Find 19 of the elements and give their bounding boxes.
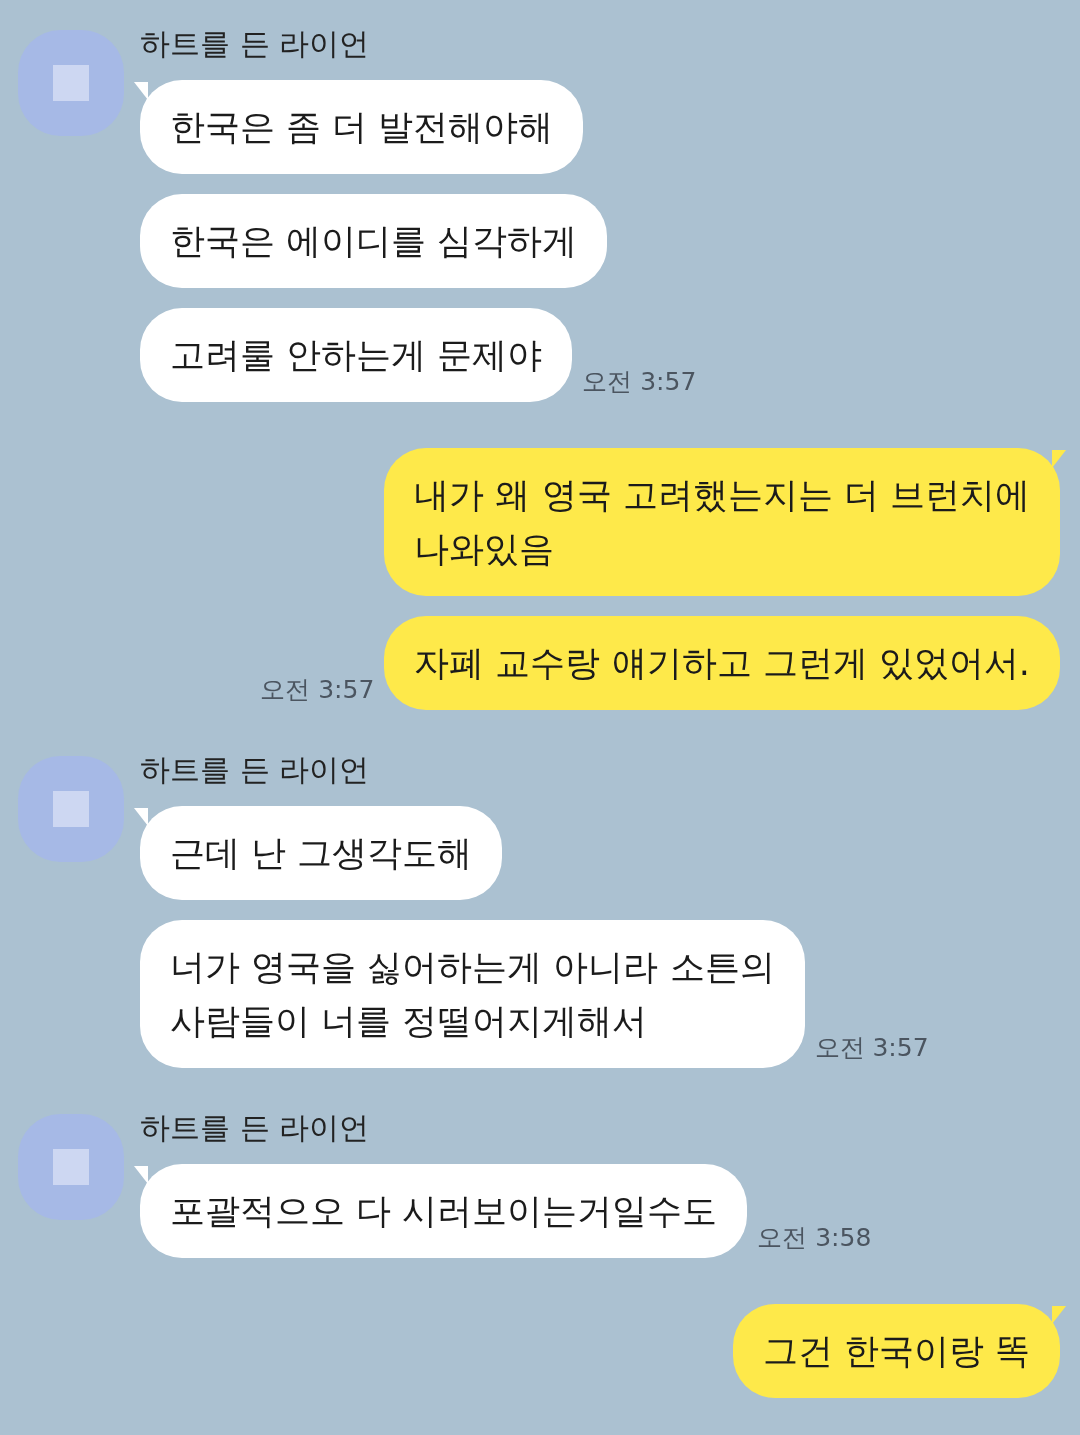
message-time: 오전 3:58 [757,1222,872,1254]
message-bubble: 포괄적으오 다 시러보이는거일수도 [140,1164,748,1258]
sender-name: 하트를 든 라이언 [140,1109,371,1147]
message-bubble: 너가 영국을 싫어하는게 아니라 소튼의 사람들이 너를 정떨어지게해서 [140,920,805,1068]
sender-name: 하트를 든 라이언 [140,25,371,63]
message-bubble: 내가 왜 영국 고려했는지는 더 브런치에 나와있음 [384,448,1060,596]
avatar-icon[interactable] [18,30,124,136]
sender-name: 하트를 든 라이언 [140,751,371,789]
message-bubble: 한국은 에이디를 심각하게 [140,194,608,288]
message-time: 오전 3:57 [582,366,697,398]
message-time: 오전 3:57 [814,1032,929,1064]
avatar-icon[interactable] [18,1114,124,1220]
message-bubble: 자폐 교수랑 얘기하고 그런게 있었어서. [384,616,1060,710]
message-bubble: 고려룰 안하는게 문제야 [140,308,573,402]
message-time: 오전 3:57 [260,674,375,706]
message-bubble: 그건 한국이랑 똑 [732,1304,1060,1398]
avatar-icon[interactable] [18,756,124,862]
message-bubble: 한국은 좀 더 발전해야해 [140,80,584,174]
message-bubble: 근데 난 그생각도해 [140,806,503,900]
